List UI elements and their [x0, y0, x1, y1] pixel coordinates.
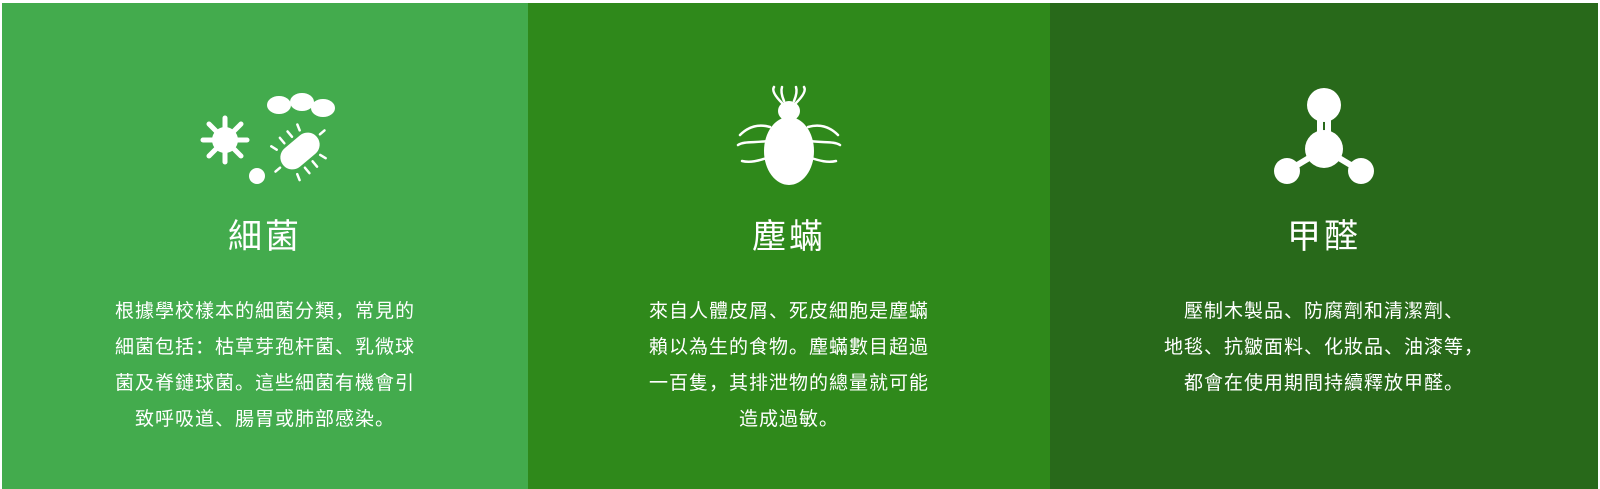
description-line: 賴以為生的食物。塵蟎數目超過: [648, 336, 929, 358]
bacteria-icon: [2, 85, 528, 195]
feature-row: 細菌 根據學校樣本的細菌分類，常見的 細菌包括：枯草芽孢杆菌、乳微球 菌及脊鏈球…: [2, 3, 1598, 489]
panel-description: 來自人體皮屑、死皮細胞是塵蟎 賴以為生的食物。塵蟎數目超過 一百隻，其排泄物的總…: [528, 293, 1050, 437]
panel-title: 塵蟎: [752, 217, 826, 257]
description-line: 地毯、抗皺面料、化妝品、油漆等，: [1163, 336, 1484, 358]
formaldehyde-panel: 甲醛 壓制木製品、防腐劑和清潔劑、 地毯、抗皺面料、化妝品、油漆等， 都會在使用…: [1050, 3, 1598, 489]
description-line: 根據學校樣本的細菌分類，常見的: [114, 300, 415, 322]
description-line: 致呼吸道、腸胃或肺部感染。: [134, 408, 395, 430]
molecule-icon: [1050, 85, 1598, 195]
panel-title: 細菌: [228, 217, 302, 257]
panel-title: 甲醛: [1287, 217, 1361, 257]
description-line: 壓制木製品、防腐劑和清潔劑、: [1183, 300, 1464, 322]
description-line: 都會在使用期間持續釋放甲醛。: [1183, 372, 1464, 394]
description-line: 一百隻，其排泄物的總量就可能: [648, 372, 929, 394]
description-line: 來自人體皮屑、死皮細胞是塵蟎: [648, 300, 929, 322]
panel-description: 壓制木製品、防腐劑和清潔劑、 地毯、抗皺面料、化妝品、油漆等， 都會在使用期間持…: [1050, 293, 1598, 401]
description-line: 菌及脊鏈球菌。這些細菌有機會引: [114, 372, 415, 394]
dust-mite-panel: 塵蟎 來自人體皮屑、死皮細胞是塵蟎 賴以為生的食物。塵蟎數目超過 一百隻，其排泄…: [528, 3, 1050, 489]
description-line: 細菌包括：枯草芽孢杆菌、乳微球: [114, 336, 415, 358]
panel-description: 根據學校樣本的細菌分類，常見的 細菌包括：枯草芽孢杆菌、乳微球 菌及脊鏈球菌。這…: [2, 293, 528, 437]
dust-mite-icon: [528, 85, 1050, 195]
bacteria-panel: 細菌 根據學校樣本的細菌分類，常見的 細菌包括：枯草芽孢杆菌、乳微球 菌及脊鏈球…: [2, 3, 528, 489]
description-line: 造成過敏。: [738, 408, 839, 430]
